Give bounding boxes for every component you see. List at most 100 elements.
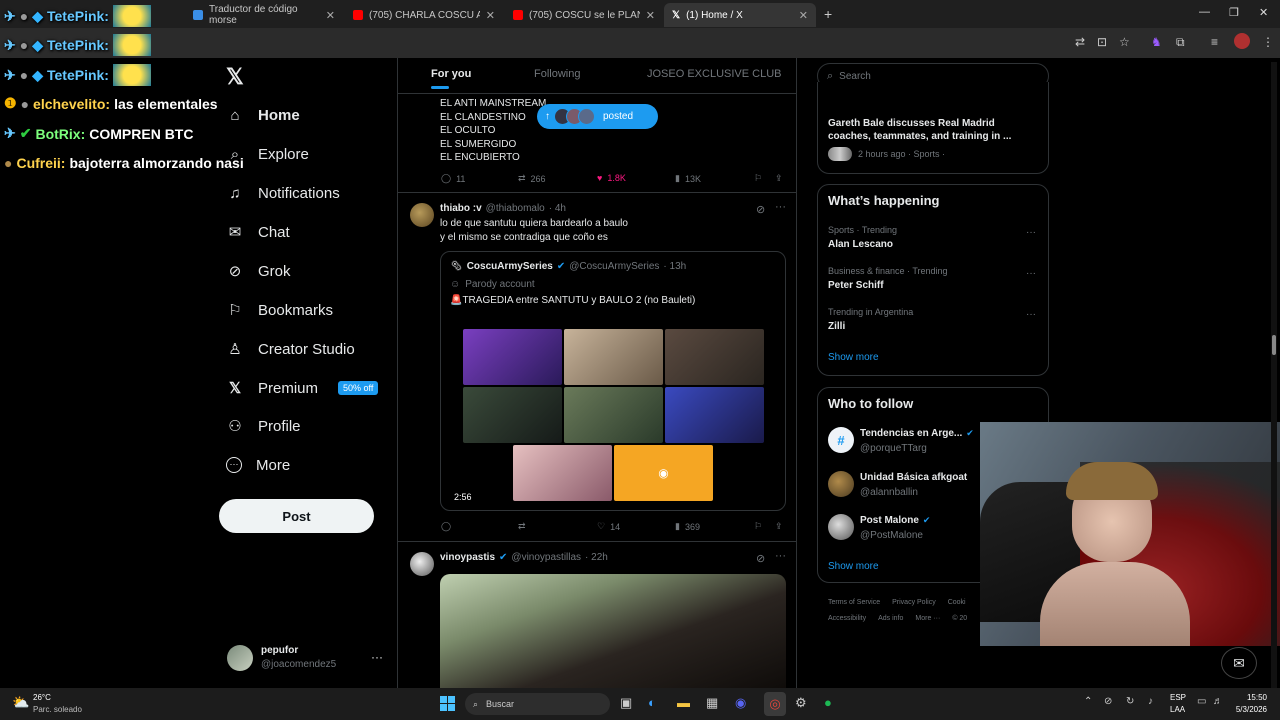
close-icon[interactable]: ✕ [799,9,808,22]
account-more-icon[interactable]: ··· [371,650,383,664]
views-button[interactable]: ▮ 369 [675,521,700,532]
news-title[interactable]: Gareth Bale discusses Real Madrid coache… [828,117,1038,143]
windows-start-icon[interactable] [440,696,455,711]
settings-icon[interactable]: ⚙ [795,695,807,711]
author-handle[interactable]: @vinoypastillas [511,552,581,563]
sidebar-item-creator-studio[interactable]: ♙ Creator Studio [226,334,354,364]
post-more-icon[interactable]: ··· [775,201,786,213]
menu-icon[interactable]: ≡ [1211,35,1218,49]
avatar[interactable] [828,514,854,540]
sidebar-item-home[interactable]: ⌂ Home [226,100,299,130]
tab-for-you[interactable]: For you [431,68,471,80]
share-button[interactable]: ⇪ [775,521,783,532]
task-view-icon[interactable]: ▣ [620,695,632,711]
minimize-button[interactable]: — [1199,6,1210,18]
bookmark-button[interactable]: ⚐ [754,521,762,532]
avatar[interactable] [410,552,434,576]
mic-icon[interactable]: ♪ [1148,696,1153,707]
avatar[interactable] [227,645,253,671]
lang-indicator-2[interactable]: LAA [1170,705,1185,714]
views-button[interactable]: ▮ 13K [675,173,701,184]
footer-link[interactable]: Cooki [948,599,966,606]
network-off-icon[interactable]: ⊘ [1104,696,1112,707]
author-name[interactable]: thiabo :v [440,203,482,214]
post-more-icon[interactable]: ··· [775,550,786,562]
trend-name[interactable]: Alan Lescano [828,239,893,250]
avatar[interactable] [410,203,434,227]
new-tab-button[interactable]: + [824,6,832,22]
extension-icon[interactable]: ♞ [1151,35,1162,49]
close-icon[interactable]: ✕ [326,9,335,22]
messages-drawer-icon[interactable]: ✉ [1221,647,1257,679]
search-input[interactable]: Search [839,71,871,82]
post-button[interactable]: Post [219,499,374,533]
weather-text[interactable]: Parc. soleado [33,705,82,714]
sidebar-item-chat[interactable]: ✉ Chat [226,217,290,247]
footer-link[interactable]: Terms of Service [828,599,880,606]
sidebar-item-grok[interactable]: ⊘ Grok [226,256,291,286]
repost-button[interactable]: ⇄ [518,521,531,532]
tab-joseo-exclusive-club[interactable]: JOSEO EXCLUSIVE CLUB [647,68,782,80]
maximize-button[interactable]: ❐ [1229,6,1239,19]
close-icon[interactable]: ✕ [486,9,495,22]
install-icon[interactable]: ⊡ [1097,35,1107,49]
show-more-link[interactable]: Show more [828,561,879,572]
store-icon[interactable]: ▦ [706,695,718,711]
browser-tab[interactable]: Traductor de código morse ✕ [185,3,343,27]
trend-name[interactable]: Zilli [828,321,845,332]
avatar[interactable] [828,471,854,497]
sidebar-item-more[interactable]: ⋯ More [226,450,290,480]
weather-icon[interactable]: ⛅ [12,694,29,711]
monitor-icon[interactable]: ▭ [1197,696,1206,707]
follow-account[interactable]: Tendencias en Arge... ✔ [860,428,974,439]
trend-more-icon[interactable]: ··· [1026,309,1036,320]
author-handle[interactable]: @thiabomalo [486,203,545,214]
translate-icon[interactable]: ⇄ [1075,35,1085,49]
footer-link[interactable]: More ··· [915,615,940,622]
scrollbar[interactable] [1271,62,1277,688]
trend-name[interactable]: Peter Schiff [828,280,884,291]
repost-button[interactable]: ⇄ 266 [518,173,546,184]
author-name[interactable]: vinoypastis [440,552,495,563]
browser-tab[interactable]: (705) CHARLA COSCU ARMY A... ✕ [345,3,503,27]
avatar[interactable] [1234,33,1250,49]
sidebar-item-notifications[interactable]: ♫ Notifications [226,178,339,208]
sidebar-item-profile[interactable]: ⚇ Profile [226,411,300,441]
tab-following[interactable]: Following [534,68,580,80]
x-logo-icon[interactable]: 𝕏 [226,64,244,90]
clock-time[interactable]: 15:50 [1233,693,1267,702]
taskbar-search[interactable]: ⌕ Buscar [465,693,610,715]
weather-temp[interactable]: 26°C [33,693,51,702]
edge-icon[interactable]: ◐ [648,695,656,710]
footer-link[interactable]: Privacy Policy [892,599,936,606]
sidebar-item-bookmarks[interactable]: ⚐ Bookmarks [226,295,333,325]
show-more-link[interactable]: Show more [828,352,879,363]
scrollbar-thumb[interactable] [1272,335,1276,355]
hashtag-avatar-icon[interactable]: # [828,427,854,453]
like-button[interactable]: ♥ 1.8K [597,173,626,183]
reply-button[interactable]: ◯ [441,521,456,532]
footer-link[interactable]: Ads info [878,615,903,622]
share-button[interactable]: ⇪ [775,173,783,184]
like-button[interactable]: ♡ 14 [597,521,620,532]
post-video[interactable] [440,574,786,688]
new-posts-pill[interactable]: ↑ posted [537,104,658,129]
browser-tab-active[interactable]: 𝕏 (1) Home / X ✕ [664,3,816,27]
volume-icon[interactable]: ♬ [1213,696,1223,707]
lang-indicator[interactable]: ESP [1170,693,1186,702]
folder-icon[interactable]: ▬ [677,695,690,710]
discord-icon[interactable]: ◉ [735,695,746,711]
chevron-up-icon[interactable]: ⌃ [1084,696,1092,707]
reply-button[interactable]: ◯ 11 [441,173,465,184]
follow-name[interactable]: Unidad Básica afkgoat [860,472,967,483]
trend-more-icon[interactable]: ··· [1026,227,1036,238]
star-icon[interactable]: ☆ [1119,35,1130,49]
post-time[interactable]: · 22h [585,552,608,563]
trend-more-icon[interactable]: ··· [1026,268,1036,279]
post-time[interactable]: · 4h [549,203,566,214]
bookmark-button[interactable]: ⚐ [754,173,762,184]
grok-icon[interactable]: ⊘ [756,203,765,216]
follow-account[interactable]: Post Malone ✔ [860,515,930,526]
spotify-icon[interactable]: ● [824,695,832,710]
close-icon[interactable]: ✕ [646,9,655,22]
